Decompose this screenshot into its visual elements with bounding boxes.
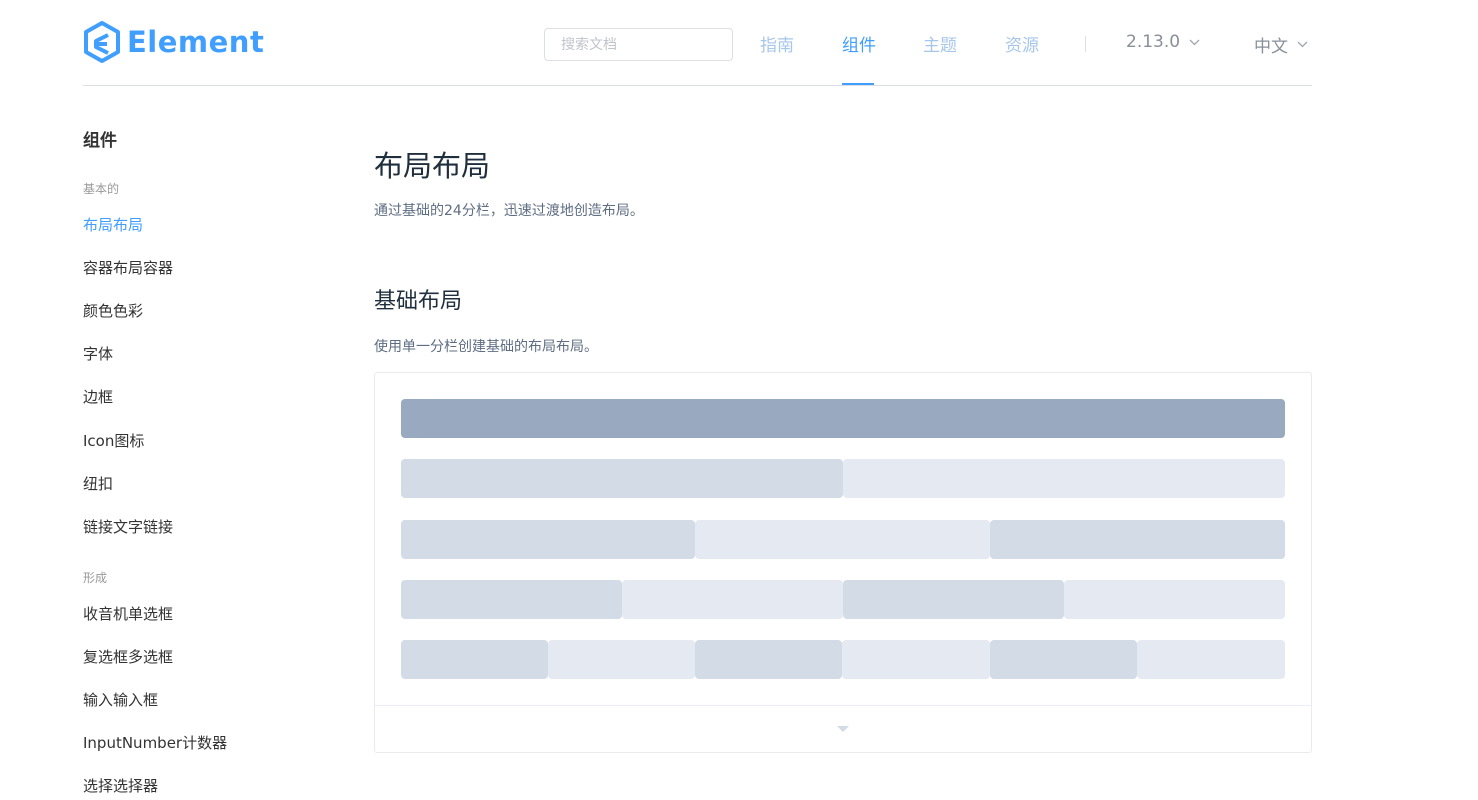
sidebar-item-link[interactable]: 链接文字链接 [83, 516, 173, 537]
search-input[interactable] [544, 28, 733, 61]
grid-col [1137, 640, 1285, 679]
grid-col [990, 520, 1285, 559]
demo-row-4-col [401, 580, 1285, 619]
caret-down-icon [837, 725, 849, 732]
nav-resources[interactable]: 资源 [1005, 31, 1039, 56]
sidebar-group-basic: 基本的 [83, 182, 120, 196]
sidebar-item-typography[interactable]: 字体 [83, 343, 113, 364]
language-dropdown[interactable]: 中文 [1254, 32, 1308, 57]
element-logo-icon [84, 21, 120, 63]
grid-col [401, 580, 622, 619]
grid-col [401, 640, 548, 679]
logo[interactable]: Element [83, 20, 264, 64]
demo-row-1-col [401, 399, 1285, 438]
sidebar-item-input[interactable]: 输入输入框 [83, 689, 158, 710]
sidebar-item-layout[interactable]: 布局布局 [83, 214, 143, 235]
grid-col [401, 399, 1285, 438]
section-title: 基础布局 [374, 289, 463, 314]
demo-row-3-col [401, 520, 1285, 559]
top-header: Element 指南 组件 主题 资源 2.13.0 中文 [83, 0, 1312, 86]
sidebar-item-inputnumber[interactable]: InputNumber计数器 [83, 732, 227, 753]
nav-theme[interactable]: 主题 [923, 31, 957, 56]
nav-divider [1085, 36, 1086, 52]
grid-col [548, 640, 695, 679]
version-label: 2.13.0 [1126, 32, 1181, 52]
grid-col [401, 459, 843, 498]
language-label: 中文 [1254, 37, 1288, 57]
sidebar-item-icon[interactable]: Icon图标 [83, 430, 144, 451]
page-title: 布局布局 [374, 149, 491, 183]
sidebar-item-checkbox[interactable]: 复选框多选框 [83, 646, 173, 667]
sidebar-item-container[interactable]: 容器布局容器 [83, 257, 173, 278]
demo-row-6-col [401, 640, 1285, 679]
sidebar-item-border[interactable]: 边框 [83, 386, 113, 407]
grid-col [695, 640, 842, 679]
grid-col [990, 640, 1137, 679]
chevron-down-icon [1297, 41, 1308, 48]
grid-col [843, 459, 1285, 498]
grid-col [842, 640, 990, 679]
section-description: 使用单一分栏创建基础的布局布局。 [374, 339, 598, 355]
layout-demo-block [374, 372, 1312, 753]
sidebar-item-select[interactable]: 选择选择器 [83, 775, 158, 796]
page-description: 通过基础的24分栏，迅速过渡地创造布局。 [374, 203, 644, 219]
chevron-down-icon [1189, 39, 1200, 45]
demo-row-2-col [401, 459, 1285, 498]
grid-col [622, 580, 843, 619]
grid-col [401, 520, 695, 559]
sidebar-item-button[interactable]: 纽扣 [83, 473, 113, 494]
grid-col [843, 580, 1064, 619]
active-nav-indicator [842, 83, 874, 85]
grid-col [1064, 580, 1285, 619]
grid-col [695, 520, 990, 559]
version-dropdown[interactable]: 2.13.0 [1126, 32, 1200, 52]
sidebar-heading: 组件 [83, 131, 117, 151]
logo-text: Element [127, 25, 265, 59]
sidebar-group-form: 形成 [83, 571, 108, 585]
nav-guide[interactable]: 指南 [760, 31, 794, 56]
expand-code-toggle[interactable] [375, 705, 1311, 752]
sidebar-item-color[interactable]: 颜色色彩 [83, 300, 143, 321]
nav-components[interactable]: 组件 [842, 31, 876, 56]
sidebar-item-radio[interactable]: 收音机单选框 [83, 603, 173, 624]
